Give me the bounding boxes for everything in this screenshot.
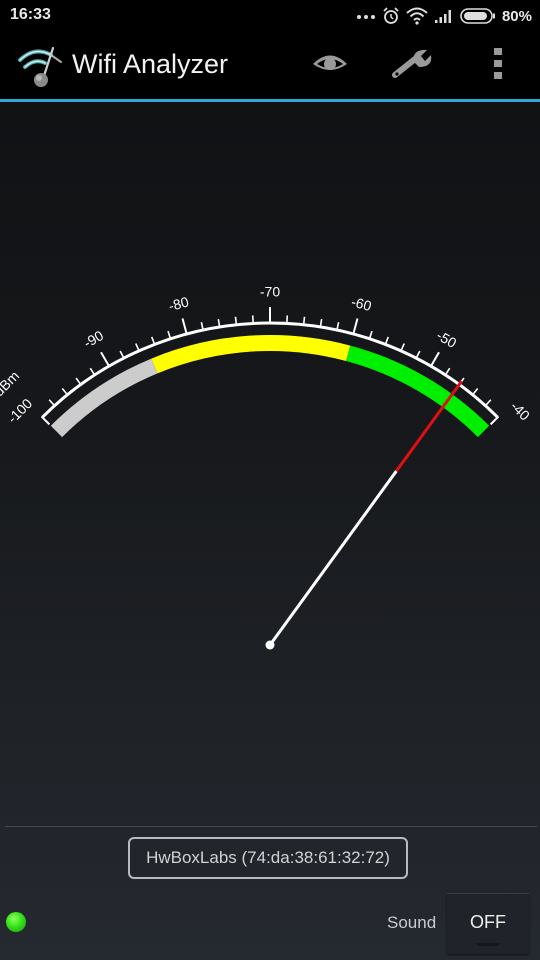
major-tick	[430, 351, 440, 367]
minor-tick	[484, 399, 492, 407]
minor-tick	[48, 399, 56, 407]
minor-tick	[444, 367, 451, 376]
tick-label: -100	[4, 395, 35, 426]
overflow-menu-icon	[493, 47, 503, 85]
minor-tick	[75, 377, 82, 385]
meter-band	[151, 335, 351, 374]
unit-label: dBm	[0, 368, 22, 400]
major-tick	[489, 415, 500, 426]
app-title: Wifi Analyzer	[72, 49, 229, 79]
meter-band	[346, 345, 490, 438]
needle	[265, 380, 463, 650]
sound-toggle-label: OFF	[470, 911, 506, 932]
overflow-menu-button[interactable]	[475, 43, 521, 89]
battery-percent: 80%	[501, 7, 532, 25]
status-time: 16:33	[10, 6, 51, 23]
tick-label: -50	[434, 327, 460, 351]
sound-toggle[interactable]: OFF	[447, 893, 529, 954]
battery-icon	[460, 8, 496, 24]
needle-pivot	[265, 640, 275, 650]
tick-label: -70	[260, 284, 280, 300]
wifi-icon	[406, 7, 428, 25]
minor-tick	[119, 350, 125, 359]
toggle-indicator	[477, 943, 499, 946]
tick-label: -80	[167, 293, 191, 314]
sound-label: Sound	[387, 913, 437, 932]
view-button[interactable]	[307, 43, 353, 89]
access-point-label: HwBoxLabs (74:da:38:61:32:72)	[146, 848, 390, 867]
access-point-selector[interactable]: HwBoxLabs (74:da:38:61:32:72)	[128, 837, 408, 879]
minor-tick	[384, 336, 390, 345]
major-tick	[100, 351, 110, 367]
minor-tick	[302, 316, 306, 325]
eye-icon	[311, 51, 349, 82]
signal-meter: -100 -90 -80 -70 -60 -50 -40 dBm	[0, 284, 533, 650]
tick-label: -90	[81, 327, 107, 351]
minor-tick	[89, 367, 96, 376]
minor-tick	[415, 350, 421, 359]
minor-tick	[61, 388, 68, 396]
wrench-icon	[391, 47, 435, 86]
status-icons: 80%	[356, 4, 532, 28]
status-led	[6, 912, 26, 932]
minor-tick	[150, 336, 156, 345]
action-bar: Wifi Analyzer	[0, 33, 540, 99]
minor-tick	[472, 388, 479, 396]
alarm-icon	[382, 7, 400, 25]
minor-tick	[234, 316, 238, 325]
tick-label: -60	[350, 293, 374, 314]
meter-scale	[40, 307, 500, 426]
major-tick	[40, 415, 51, 426]
tick-label: -40	[507, 398, 533, 424]
more-notifications-icon	[356, 11, 376, 21]
minor-tick	[400, 343, 405, 352]
major-tick	[181, 318, 188, 335]
meter-band	[50, 358, 158, 438]
meter-bands	[50, 335, 490, 438]
minor-tick	[135, 343, 140, 352]
divider	[5, 826, 537, 827]
needle-shaft	[268, 470, 398, 646]
tools-button[interactable]	[390, 43, 436, 89]
status-bar: 16:33 80%	[0, 0, 540, 33]
app-logo-icon	[17, 46, 63, 88]
cell-signal-icon	[434, 8, 454, 24]
major-tick	[352, 318, 359, 335]
